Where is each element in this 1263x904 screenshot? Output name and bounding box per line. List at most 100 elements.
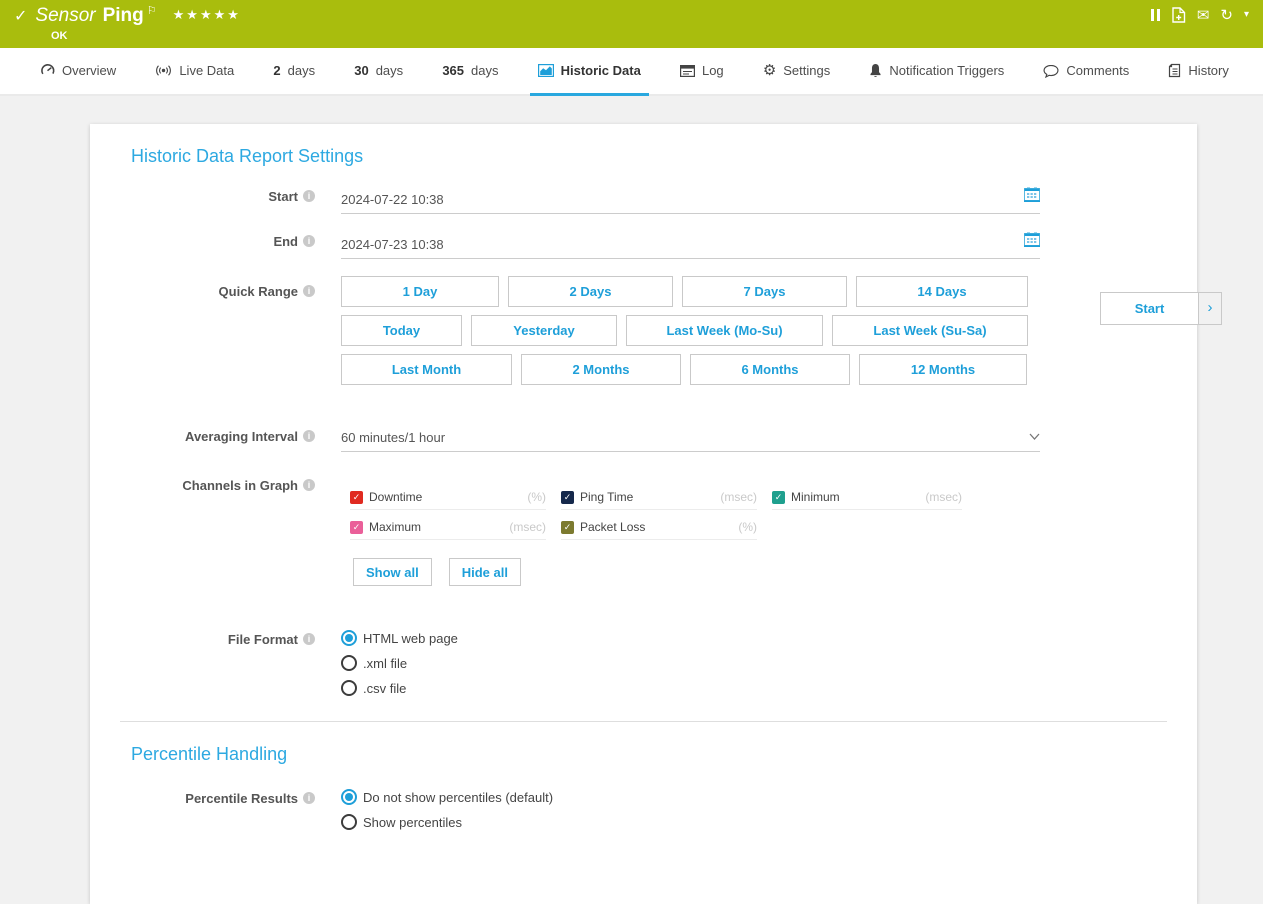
channel-unit: (msec) [509,520,546,534]
sensor-status-badge: OK [51,30,241,42]
info-icon[interactable]: i [303,235,315,247]
tab-notification-triggers[interactable]: Notification Triggers [861,48,1012,96]
channel-name: Ping Time [580,490,633,504]
quick-range-label: Quick Rangei [90,276,315,393]
checkbox-checked-icon[interactable]: ✓ [350,491,363,504]
priority-stars[interactable]: ★★★★★ [173,7,241,23]
check-glyph: ✓ [775,492,783,503]
quick-range-button[interactable]: Yesterday [471,315,617,346]
section-title-historic-data-report-settings: Historic Data Report Settings [131,146,1197,167]
quick-range-button[interactable]: 14 Days [856,276,1028,307]
info-icon[interactable]: i [303,633,315,645]
bell-icon [869,63,882,78]
channel-downtime[interactable]: ✓ Downtime (%) [350,490,546,510]
radio-html-web-page[interactable]: HTML web page [341,630,1040,646]
percentile-results-row: Percentile Resultsi Do not show percenti… [90,789,1197,839]
channel-maximum[interactable]: ✓ Maximum (msec) [350,520,546,540]
email-icon[interactable]: ✉ [1197,8,1210,23]
chevron-down-icon[interactable] [1029,427,1040,445]
sensor-name: Ping [103,5,144,27]
radio-unselected-icon[interactable] [341,680,357,696]
start-report-button[interactable]: Start [1101,293,1198,324]
channel-minimum[interactable]: ✓ Minimum (msec) [772,490,962,510]
quick-range-button[interactable]: 1 Day [341,276,499,307]
radio-unselected-icon[interactable] [341,655,357,671]
tab-live-data[interactable]: Live Data [147,48,242,96]
channels-in-graph-row: Channels in Graphi ✓ Downtime (%) ✓ Ping… [90,478,1197,586]
tab-historic-data[interactable]: Historic Data [530,48,649,96]
start-date-input[interactable]: 2024-07-22 10:38 [341,187,1040,214]
end-date-input[interactable]: 2024-07-23 10:38 [341,232,1040,259]
percentile-results-label: Percentile Resultsi [90,789,315,839]
radio-do-not-show-percentiles[interactable]: Do not show percentiles (default) [341,789,1040,805]
info-icon[interactable]: i [303,479,315,491]
info-icon[interactable]: i [303,285,315,297]
radio-selected-icon[interactable] [341,789,357,805]
quick-range-button[interactable]: Today [341,315,462,346]
add-report-icon[interactable] [1171,7,1186,23]
channel-name: Packet Loss [580,520,645,534]
info-icon[interactable]: i [303,430,315,442]
sensor-kind-label: Sensor [35,5,95,27]
hide-all-button[interactable]: Hide all [449,558,521,586]
checkbox-checked-icon[interactable]: ✓ [561,491,574,504]
info-icon[interactable]: i [303,792,315,804]
checkbox-checked-icon[interactable]: ✓ [772,491,785,504]
radio-unselected-icon[interactable] [341,814,357,830]
channel-packet-loss[interactable]: ✓ Packet Loss (%) [561,520,757,540]
tab-2-days[interactable]: 2 days [265,48,323,96]
flag-icon[interactable]: ⚐ [147,4,157,17]
tab-overview[interactable]: Overview [32,48,124,96]
start-report-chevron-icon[interactable]: › [1198,293,1221,324]
channel-name: Maximum [369,520,421,534]
quick-range-button[interactable]: 2 Days [508,276,673,307]
refresh-icon[interactable]: ↻ [1220,8,1233,23]
radio-csv-file[interactable]: .csv file [341,680,1040,696]
radio-xml-file[interactable]: .xml file [341,655,1040,671]
tab-history[interactable]: History [1160,48,1236,96]
start-report-split-button[interactable]: Start › [1100,292,1222,325]
menu-caret-icon[interactable]: ▾ [1244,10,1249,20]
tab-label: Overview [62,63,116,78]
check-glyph: ✓ [353,492,361,503]
radio-show-percentiles[interactable]: Show percentiles [341,814,1040,830]
channel-unit: (msec) [720,490,757,504]
end-label: Endi [90,232,315,259]
show-all-button[interactable]: Show all [353,558,432,586]
tab-365-days[interactable]: 365 days [434,48,506,96]
field-label-text: Averaging Interval [185,429,298,444]
start-date-value[interactable]: 2024-07-22 10:38 [341,192,1024,207]
check-glyph: ✓ [564,522,572,533]
radio-selected-icon[interactable] [341,630,357,646]
quick-range-button[interactable]: 6 Months [690,354,850,385]
averaging-interval-select[interactable]: 60 minutes/1 hour [341,427,1040,452]
tab-label: days [471,63,498,78]
section-title-percentile-handling: Percentile Handling [131,744,1197,765]
tab-settings[interactable]: ⚙ Settings [755,48,838,96]
tab-30-days[interactable]: 30 days [346,48,411,96]
section-divider [120,721,1167,722]
tab-log[interactable]: Log [672,48,732,96]
area-chart-icon [538,64,554,77]
quick-range-button[interactable]: 2 Months [521,354,681,385]
quick-range-button[interactable]: Last Month [341,354,512,385]
pause-icon[interactable] [1151,9,1160,21]
calendar-icon[interactable] [1024,187,1040,207]
tab-comments[interactable]: Comments [1035,48,1137,96]
quick-range-button[interactable]: 12 Months [859,354,1027,385]
quick-range-button[interactable]: Last Week (Su-Sa) [832,315,1028,346]
averaging-interval-value[interactable]: 60 minutes/1 hour [341,430,1029,445]
channel-ping-time[interactable]: ✓ Ping Time (msec) [561,490,757,510]
channel-unit: (msec) [925,490,962,504]
channels-in-graph-label: Channels in Graphi [90,478,315,586]
calendar-icon[interactable] [1024,232,1040,252]
quick-range-button[interactable]: Last Week (Mo-Su) [626,315,823,346]
checkbox-checked-icon[interactable]: ✓ [350,521,363,534]
radio-label: Do not show percentiles (default) [363,790,553,805]
channel-name: Downtime [369,490,422,504]
info-icon[interactable]: i [303,190,315,202]
quick-range-button[interactable]: 7 Days [682,276,847,307]
end-date-value[interactable]: 2024-07-23 10:38 [341,237,1024,252]
check-glyph: ✓ [353,522,361,533]
checkbox-checked-icon[interactable]: ✓ [561,521,574,534]
